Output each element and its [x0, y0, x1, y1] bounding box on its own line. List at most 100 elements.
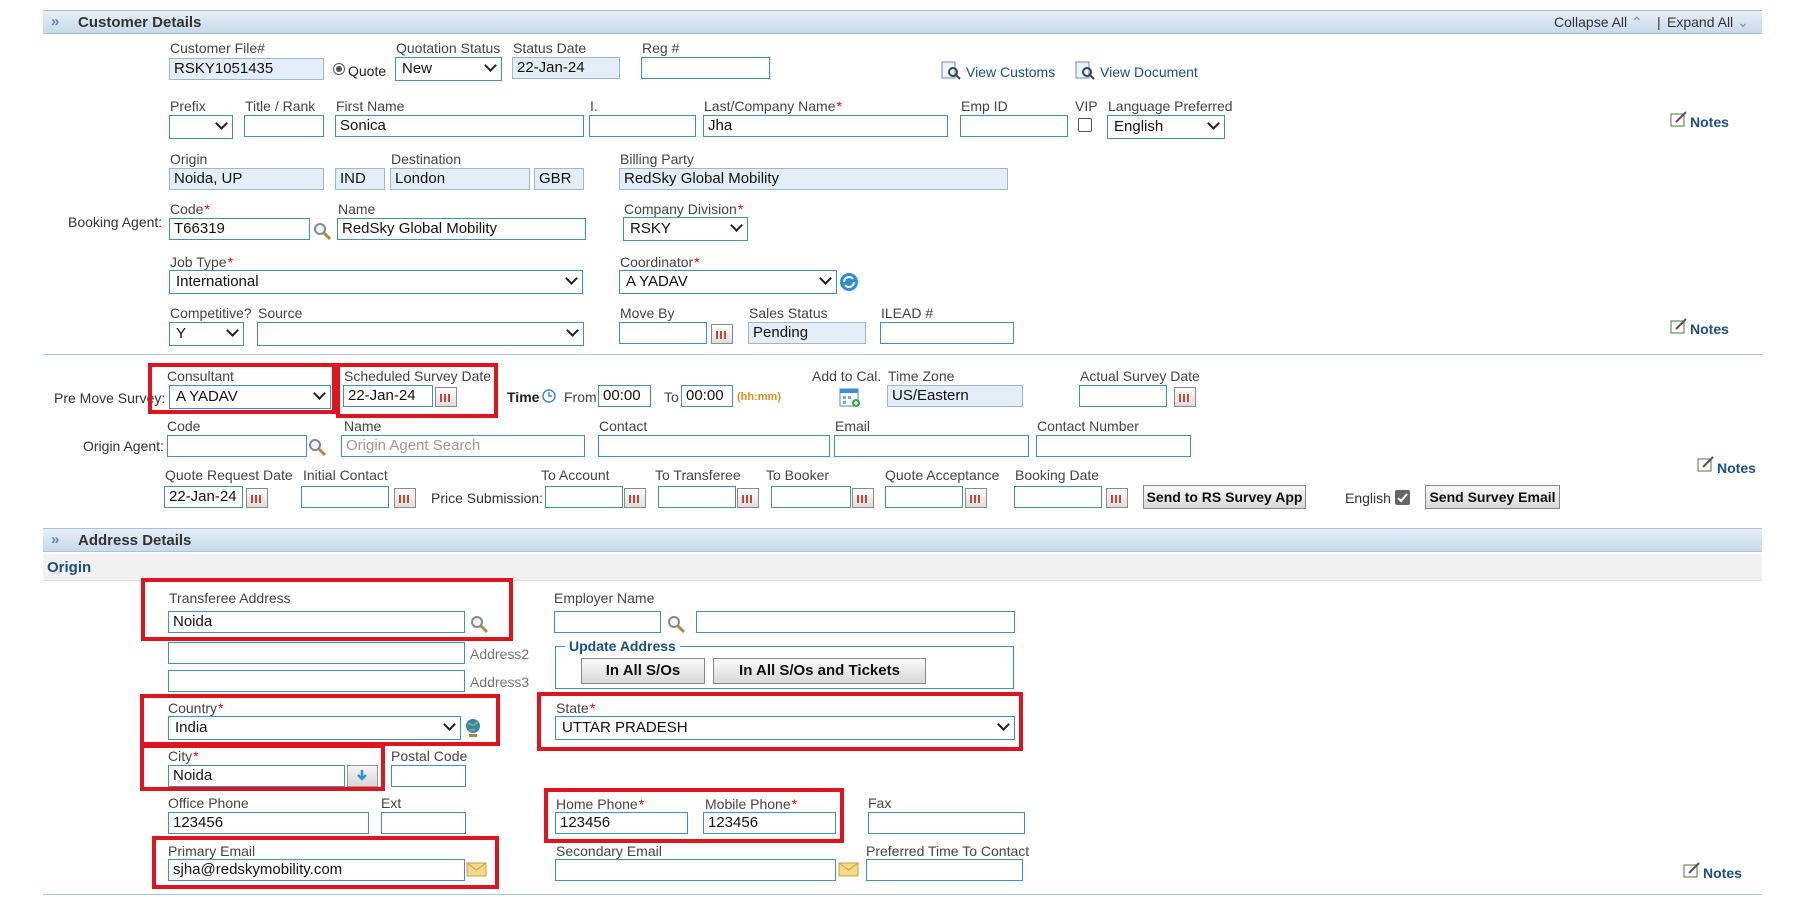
to-time-field[interactable]: 00:00 — [681, 385, 733, 407]
customer-file-field[interactable]: RSKY1051435 — [169, 58, 324, 80]
competitive-select[interactable]: Y — [169, 322, 244, 346]
view-document-link[interactable]: View Document — [1100, 64, 1198, 80]
price-submission-label: Price Submission: — [431, 490, 544, 506]
last-name-field[interactable]: Jha — [703, 115, 948, 137]
calendar-icon[interactable] — [246, 488, 268, 508]
send-survey-email-button[interactable]: Send Survey Email — [1425, 485, 1560, 509]
actual-survey-field[interactable] — [1079, 385, 1167, 407]
contact-number-field[interactable] — [1036, 435, 1191, 457]
to-booker-field[interactable] — [771, 486, 851, 508]
collapse-icon: ⌃ — [1631, 14, 1643, 30]
notes-icon[interactable] — [1697, 456, 1715, 472]
notes-link[interactable]: Notes — [1690, 321, 1729, 337]
to-transferee-field[interactable] — [658, 486, 736, 508]
notes-icon[interactable] — [1670, 111, 1688, 127]
secondary-email-field[interactable] — [555, 859, 836, 881]
emp-id-field[interactable] — [960, 115, 1068, 137]
add-calendar-icon[interactable] — [839, 386, 861, 411]
destination-country-field[interactable]: GBR — [534, 168, 584, 190]
office-phone-field[interactable]: 123456 — [168, 812, 369, 834]
refresh-icon[interactable] — [839, 272, 859, 295]
calendar-icon[interactable] — [711, 324, 733, 344]
quote-acceptance-field[interactable] — [885, 486, 963, 508]
calendar-icon[interactable] — [737, 488, 759, 508]
expand-all-link[interactable]: Expand All ⌄ — [1667, 14, 1749, 31]
initial-contact-field[interactable] — [301, 486, 389, 508]
in-all-sos-button[interactable]: In All S/Os — [581, 658, 705, 684]
company-division-select[interactable]: RSKY — [623, 217, 748, 241]
collapse-all-link[interactable]: Collapse All ⌃ — [1554, 14, 1643, 31]
update-address-legend: Update Address — [565, 638, 680, 654]
first-name-field[interactable]: Sonica — [335, 115, 584, 137]
send-rs-survey-button[interactable]: Send to RS Survey App — [1143, 485, 1306, 509]
to-account-field[interactable] — [545, 486, 623, 508]
notes-link[interactable]: Notes — [1690, 114, 1729, 130]
english-checkbox[interactable] — [1395, 490, 1410, 505]
vip-checkbox[interactable] — [1078, 118, 1092, 132]
billing-party-field[interactable]: RedSky Global Mobility — [619, 168, 1008, 190]
move-by-field[interactable] — [619, 322, 707, 344]
reg-field[interactable] — [641, 57, 770, 79]
status-date-field[interactable]: 22-Jan-24 — [512, 57, 620, 79]
envelope-icon[interactable] — [838, 861, 860, 880]
search-icon[interactable] — [312, 221, 332, 244]
coordinator-select[interactable]: A YADAV — [619, 270, 837, 294]
search-icon[interactable] — [307, 437, 327, 460]
employer-name-code-field[interactable] — [554, 611, 661, 633]
calendar-icon[interactable] — [394, 488, 416, 508]
origin-field[interactable]: Noida, UP — [169, 168, 324, 190]
destination-field[interactable]: London — [390, 168, 530, 190]
time-zone-field[interactable]: US/Eastern — [887, 385, 1023, 407]
from-time-field[interactable]: 00:00 — [598, 385, 651, 407]
notes-link[interactable]: Notes — [1717, 460, 1756, 476]
booking-name-field[interactable]: RedSky Global Mobility — [337, 218, 586, 240]
quote-request-field[interactable]: 22-Jan-24 — [164, 486, 243, 508]
calendar-icon[interactable] — [1106, 488, 1128, 508]
contact-field[interactable] — [598, 435, 830, 457]
view-customs-icon[interactable] — [941, 60, 961, 80]
ilead-field[interactable] — [880, 322, 1014, 344]
employer-name-field[interactable] — [696, 611, 1015, 633]
time-label: Time — [507, 389, 540, 405]
search-icon[interactable] — [666, 614, 686, 637]
from-label: From — [564, 389, 597, 405]
customer-details-header[interactable]: » Customer Details — [43, 10, 1762, 34]
language-select[interactable]: English — [1107, 115, 1225, 139]
in-all-sos-tickets-button[interactable]: In All S/Os and Tickets — [713, 658, 926, 684]
address3-field[interactable] — [168, 670, 465, 692]
quote-radio[interactable] — [333, 63, 345, 75]
calendar-icon[interactable] — [624, 488, 646, 508]
notes-icon[interactable] — [1670, 318, 1688, 334]
booking-code-field[interactable]: T66319 — [169, 218, 310, 240]
calendar-icon[interactable] — [852, 488, 874, 508]
agent-code-field[interactable] — [167, 435, 307, 457]
email-field[interactable] — [834, 435, 1029, 457]
quotation-status-select[interactable]: New — [395, 57, 502, 81]
chevron-down-icon — [484, 59, 497, 72]
notes-link[interactable]: Notes — [1703, 865, 1742, 881]
booking-date-field[interactable] — [1014, 486, 1102, 508]
prefix-select[interactable] — [169, 115, 233, 139]
notes-icon[interactable] — [1683, 862, 1701, 878]
source-select[interactable] — [257, 322, 584, 346]
job-type-select[interactable]: International — [169, 270, 583, 294]
chevron-down-icon — [1207, 117, 1220, 130]
origin-country-field[interactable]: IND — [335, 168, 385, 190]
calendar-icon[interactable] — [965, 488, 987, 508]
title-rank-field[interactable] — [244, 115, 324, 137]
sales-status-field[interactable]: Pending — [748, 322, 866, 344]
ext-field[interactable] — [381, 812, 466, 834]
address2-field[interactable] — [168, 642, 465, 664]
fax-field[interactable] — [868, 812, 1025, 834]
address-details-header[interactable]: » Address Details — [43, 528, 1762, 552]
view-customs-link[interactable]: View Customs — [966, 64, 1055, 80]
agent-name-field[interactable]: Origin Agent Search — [341, 435, 585, 457]
postal-code-field[interactable] — [391, 765, 466, 787]
calendar-icon[interactable] — [1174, 387, 1196, 407]
preferred-time-field[interactable] — [866, 859, 1023, 881]
coordinator-label: Coordinator* — [620, 254, 700, 270]
initial-field[interactable] — [589, 115, 696, 137]
expand-icon: ⌄ — [1737, 14, 1749, 30]
view-document-icon[interactable] — [1075, 60, 1095, 80]
time-zone-label: Time Zone — [888, 368, 955, 384]
